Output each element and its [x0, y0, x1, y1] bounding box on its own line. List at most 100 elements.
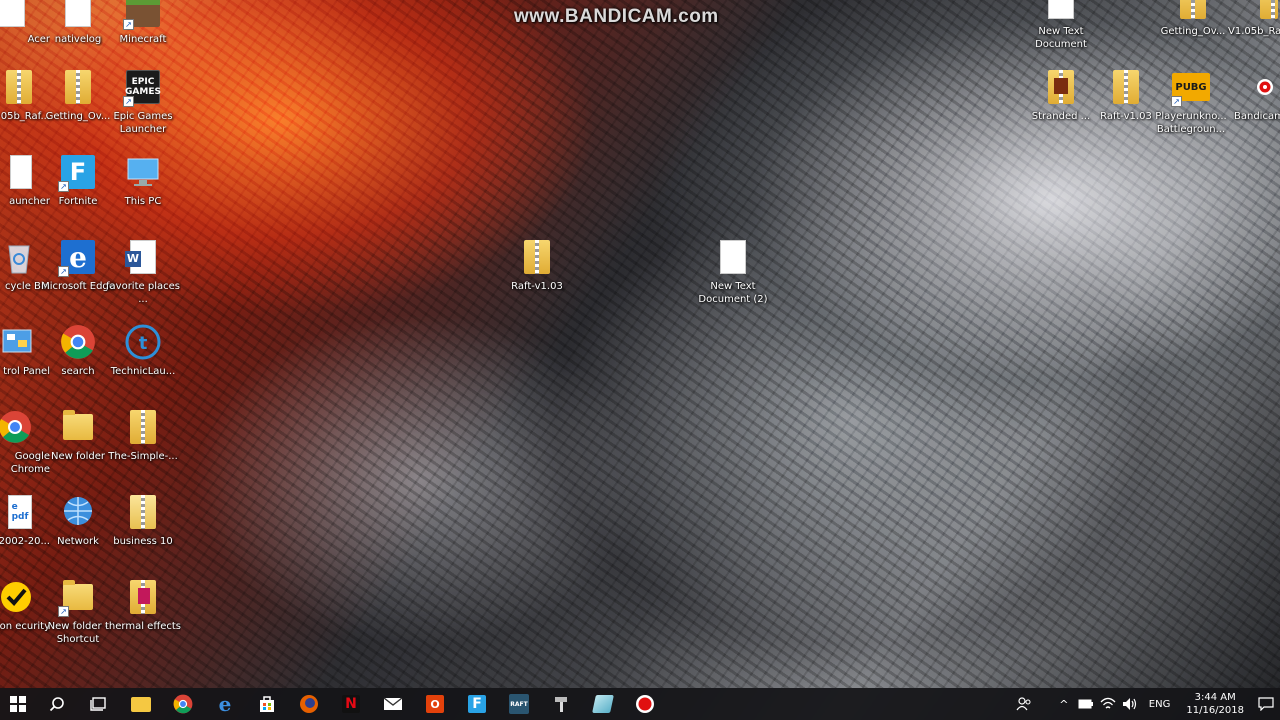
norton-icon — [0, 577, 32, 617]
taskbar-unknown-app[interactable] — [582, 688, 624, 720]
desktop-icon-favorite-places[interactable]: W favorite places ... — [105, 237, 181, 317]
desktop-icon-new-text-document[interactable]: New Text Document — [1023, 0, 1099, 62]
input-language-button[interactable]: ENG — [1141, 699, 1179, 710]
desktop-icon-label: thermal effects — [105, 621, 181, 632]
document-icon — [123, 577, 163, 617]
text-file-icon — [1041, 0, 1081, 22]
bandicam-watermark: www.BANDICAM.com — [514, 6, 719, 27]
task-view-button[interactable] — [78, 688, 120, 720]
hammer-icon — [555, 697, 567, 712]
zip-folder-icon — [517, 237, 557, 277]
bandicam-icon — [1236, 67, 1276, 107]
zip-folder-icon — [123, 407, 163, 447]
chrome-icon — [0, 407, 32, 447]
control-panel-icon — [0, 322, 32, 362]
taskbar-netflix[interactable]: N — [330, 688, 372, 720]
acer-icon — [0, 0, 32, 30]
desktop-icon-label: Raft-v1.03 — [511, 281, 563, 292]
netflix-icon: N — [342, 695, 360, 713]
desktop-icon-label: This PC — [124, 196, 162, 207]
shortcut-arrow-icon: ↗ — [123, 19, 134, 30]
desktop-icon-label: Epic Games Launcher — [113, 111, 173, 135]
chrome-icon — [58, 322, 98, 362]
text-file-icon — [58, 0, 98, 30]
desktop-icon-label: business 10 — [113, 536, 173, 547]
shortcut-arrow-icon: ↗ — [58, 266, 69, 277]
desktop-icon-new-text-document-2[interactable]: New Text Document (2) — [695, 237, 771, 317]
desktop-icon-business-10[interactable]: business 10 — [105, 492, 181, 572]
battery-button[interactable] — [1075, 688, 1097, 720]
desktop-icon-label: New Text Document — [1035, 26, 1087, 50]
epic-games-icon: EPIC GAMES ↗ — [123, 67, 163, 107]
word-document-icon: W — [123, 237, 163, 277]
action-center-button[interactable] — [1252, 688, 1280, 720]
taskbar-fortnite[interactable]: F — [456, 688, 498, 720]
taskbar-chrome[interactable] — [162, 688, 204, 720]
zip-folder-icon — [1173, 0, 1213, 22]
volume-icon — [1122, 698, 1136, 710]
network-icon — [58, 492, 98, 532]
mail-icon — [383, 697, 403, 710]
desktop-icon-label: Minecraft — [119, 34, 167, 45]
shortcut-arrow-icon: ↗ — [1171, 96, 1182, 107]
clock-button[interactable]: 3:44 AM 11/16/2018 — [1178, 691, 1252, 717]
launcher-icon — [0, 152, 32, 192]
fortnite-icon: F ↗ — [58, 152, 98, 192]
edge-icon: e ↗ — [58, 237, 98, 277]
desktop-icon-label: favorite places ... — [106, 281, 180, 305]
zip-folder-icon — [58, 67, 98, 107]
show-hidden-icons-button[interactable]: ^ — [1053, 688, 1075, 720]
fortnite-icon: F — [468, 695, 486, 713]
desktop-icon-the-simple[interactable]: The-Simple-... — [105, 407, 181, 487]
desktop-icon-epic-games[interactable]: EPIC GAMES ↗ Epic Games Launcher — [105, 67, 181, 147]
pubg-icon: PUBG ↗ — [1171, 67, 1211, 107]
people-icon — [1016, 697, 1031, 711]
zip-folder-icon — [0, 67, 32, 107]
chevron-up-icon: ^ — [1059, 697, 1069, 711]
desktop-icon-this-pc[interactable]: This PC — [105, 152, 181, 232]
taskbar-mail[interactable] — [372, 688, 414, 720]
network-status-button[interactable] — [1097, 688, 1119, 720]
desktop-icon-v105b-raft[interactable]: V1.05b_Raft — [1220, 0, 1280, 62]
search-button[interactable] — [36, 688, 78, 720]
desktop-icon-raft-center[interactable]: Raft-v1.03 — [499, 237, 575, 317]
desktop-icon-label: V1.05b_Raft — [1228, 26, 1280, 37]
desktop-icon-bandicam[interactable]: Bandicam — [1218, 67, 1280, 147]
start-button[interactable] — [0, 688, 36, 720]
battery-icon — [1078, 699, 1093, 709]
folder-icon: ↗ — [58, 577, 98, 617]
shortcut-arrow-icon: ↗ — [58, 606, 69, 617]
file-explorer-icon — [131, 696, 151, 712]
desktop-icon-label: New Text Document (2) — [698, 281, 768, 305]
taskbar-edge[interactable]: e — [204, 688, 246, 720]
zip-folder-icon — [1238, 0, 1278, 22]
technic-launcher-icon: t — [123, 322, 163, 362]
svg-text:t: t — [139, 333, 148, 354]
text-file-icon — [713, 237, 753, 277]
desktop-icon-label: The-Simple-... — [108, 451, 178, 462]
chrome-icon — [173, 694, 193, 714]
pdf-document-icon: e pdf — [0, 492, 32, 532]
people-button[interactable] — [1013, 688, 1035, 720]
taskbar-store[interactable] — [246, 688, 288, 720]
office-icon: O — [426, 695, 444, 713]
volume-button[interactable] — [1119, 688, 1141, 720]
store-icon — [260, 696, 274, 712]
desktop-icon-minecraft[interactable]: ↗ Minecraft — [105, 0, 181, 70]
minecraft-icon: ↗ — [123, 0, 163, 30]
edge-icon: e — [218, 692, 232, 716]
clock-date: 11/16/2018 — [1186, 705, 1244, 716]
search-icon — [49, 697, 64, 712]
taskbar-raft[interactable]: RAFT — [498, 688, 540, 720]
zip-folder-icon — [1106, 67, 1146, 107]
desktop-icon-techniclauncher[interactable]: t TechnicLau... — [105, 322, 181, 402]
taskbar-hammer-app[interactable] — [540, 688, 582, 720]
taskbar-office[interactable]: O — [414, 688, 456, 720]
taskbar-firefox[interactable] — [288, 688, 330, 720]
taskbar-file-explorer[interactable] — [120, 688, 162, 720]
raft-icon: RAFT — [509, 694, 529, 714]
unknown-app-icon — [592, 695, 614, 713]
taskbar-bandicam[interactable] — [624, 688, 666, 720]
desktop-icon-thermal-effects[interactable]: thermal effects — [105, 577, 181, 657]
